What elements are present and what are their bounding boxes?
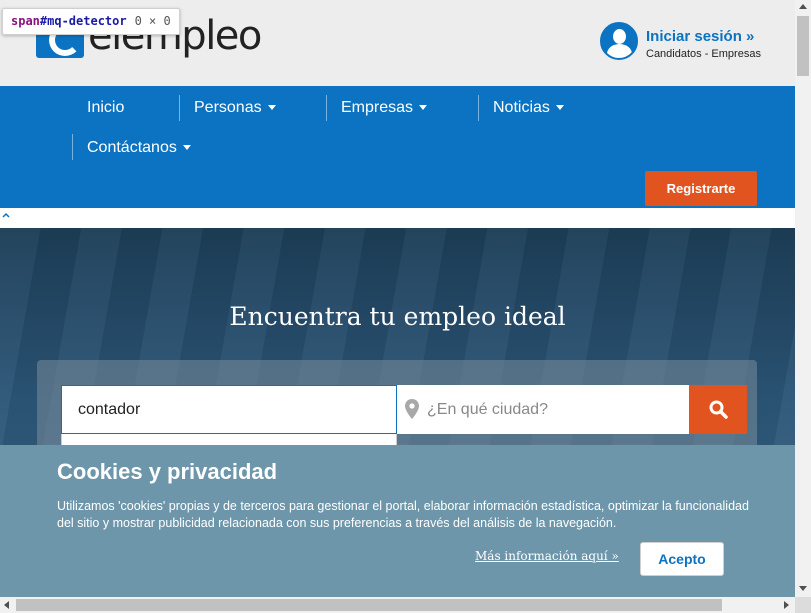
nav-label: Contáctanos bbox=[87, 139, 177, 156]
nav-item-personas[interactable]: Personas bbox=[194, 96, 276, 120]
cookie-text: Utilizamos 'cookies' propias y de tercer… bbox=[57, 499, 749, 530]
nav-label: Noticias bbox=[493, 99, 550, 116]
chevron-up-icon[interactable] bbox=[1, 211, 11, 221]
register-button[interactable]: Registrarte bbox=[645, 171, 757, 206]
nav-label: Empresas bbox=[341, 99, 414, 116]
nav-item-noticias[interactable]: Noticias bbox=[493, 96, 564, 120]
tooltip-tag: span bbox=[11, 14, 40, 28]
main-nav: Inicio Personas Empresas Noticias Contác… bbox=[0, 86, 795, 208]
vertical-scroll-thumb[interactable] bbox=[797, 16, 809, 76]
user-avatar-icon[interactable] bbox=[600, 22, 638, 60]
map-pin-icon bbox=[405, 399, 419, 419]
collapse-bar bbox=[0, 208, 795, 228]
keyword-input[interactable]: contador bbox=[61, 385, 397, 434]
devtools-element-tooltip: span#mq-detector 0 × 0 bbox=[2, 8, 180, 35]
caret-down-icon bbox=[555, 105, 564, 111]
nav-item-empresas[interactable]: Empresas bbox=[341, 96, 428, 120]
nav-label: Inicio bbox=[87, 99, 125, 116]
page: elempleo span#mq-detector 0 × 0 Iniciar s… bbox=[0, 0, 795, 597]
login-link[interactable]: Iniciar sesión » bbox=[646, 28, 761, 45]
search-button[interactable] bbox=[689, 385, 747, 434]
nav-divider bbox=[478, 95, 479, 121]
caret-down-icon bbox=[267, 105, 276, 111]
scroll-left-icon[interactable] bbox=[4, 601, 9, 609]
hero-title: Encuentra tu empleo ideal bbox=[229, 302, 566, 331]
horizontal-scrollbar[interactable] bbox=[0, 597, 795, 613]
nav-divider bbox=[326, 95, 327, 121]
scrollbar-corner bbox=[795, 597, 811, 613]
nav-divider bbox=[179, 95, 180, 121]
cookie-banner: Cookies y privacidad Utilizamos 'cookies… bbox=[0, 445, 795, 597]
nav-item-contactanos[interactable]: Contáctanos bbox=[87, 136, 191, 160]
scroll-down-icon[interactable] bbox=[799, 586, 807, 591]
tooltip-selector: #mq-detector bbox=[39, 14, 127, 28]
search-icon bbox=[709, 400, 728, 419]
city-input[interactable]: ¿En qué ciudad? bbox=[397, 385, 689, 434]
nav-item-inicio[interactable]: Inicio bbox=[87, 96, 124, 120]
scroll-right-icon[interactable] bbox=[784, 601, 789, 609]
caret-down-icon bbox=[182, 145, 191, 151]
cookie-title: Cookies y privacidad bbox=[57, 459, 278, 484]
login-area[interactable]: Iniciar sesión » Candidatos - Empresas bbox=[600, 22, 761, 60]
tooltip-dimensions: 0 × 0 bbox=[134, 14, 171, 28]
nav-label: Personas bbox=[194, 99, 262, 116]
nav-divider bbox=[72, 134, 73, 160]
cookie-accept-button[interactable]: Acepto bbox=[640, 542, 724, 576]
caret-down-icon bbox=[419, 105, 428, 111]
site-header: elempleo span#mq-detector 0 × 0 Iniciar s… bbox=[0, 0, 795, 86]
horizontal-scroll-thumb[interactable] bbox=[16, 599, 722, 611]
scroll-up-icon[interactable] bbox=[799, 4, 807, 9]
login-subtitle: Candidatos - Empresas bbox=[646, 48, 761, 60]
vertical-scrollbar[interactable] bbox=[795, 0, 811, 597]
cookie-more-info-link[interactable]: Más información aquí » bbox=[475, 549, 619, 563]
